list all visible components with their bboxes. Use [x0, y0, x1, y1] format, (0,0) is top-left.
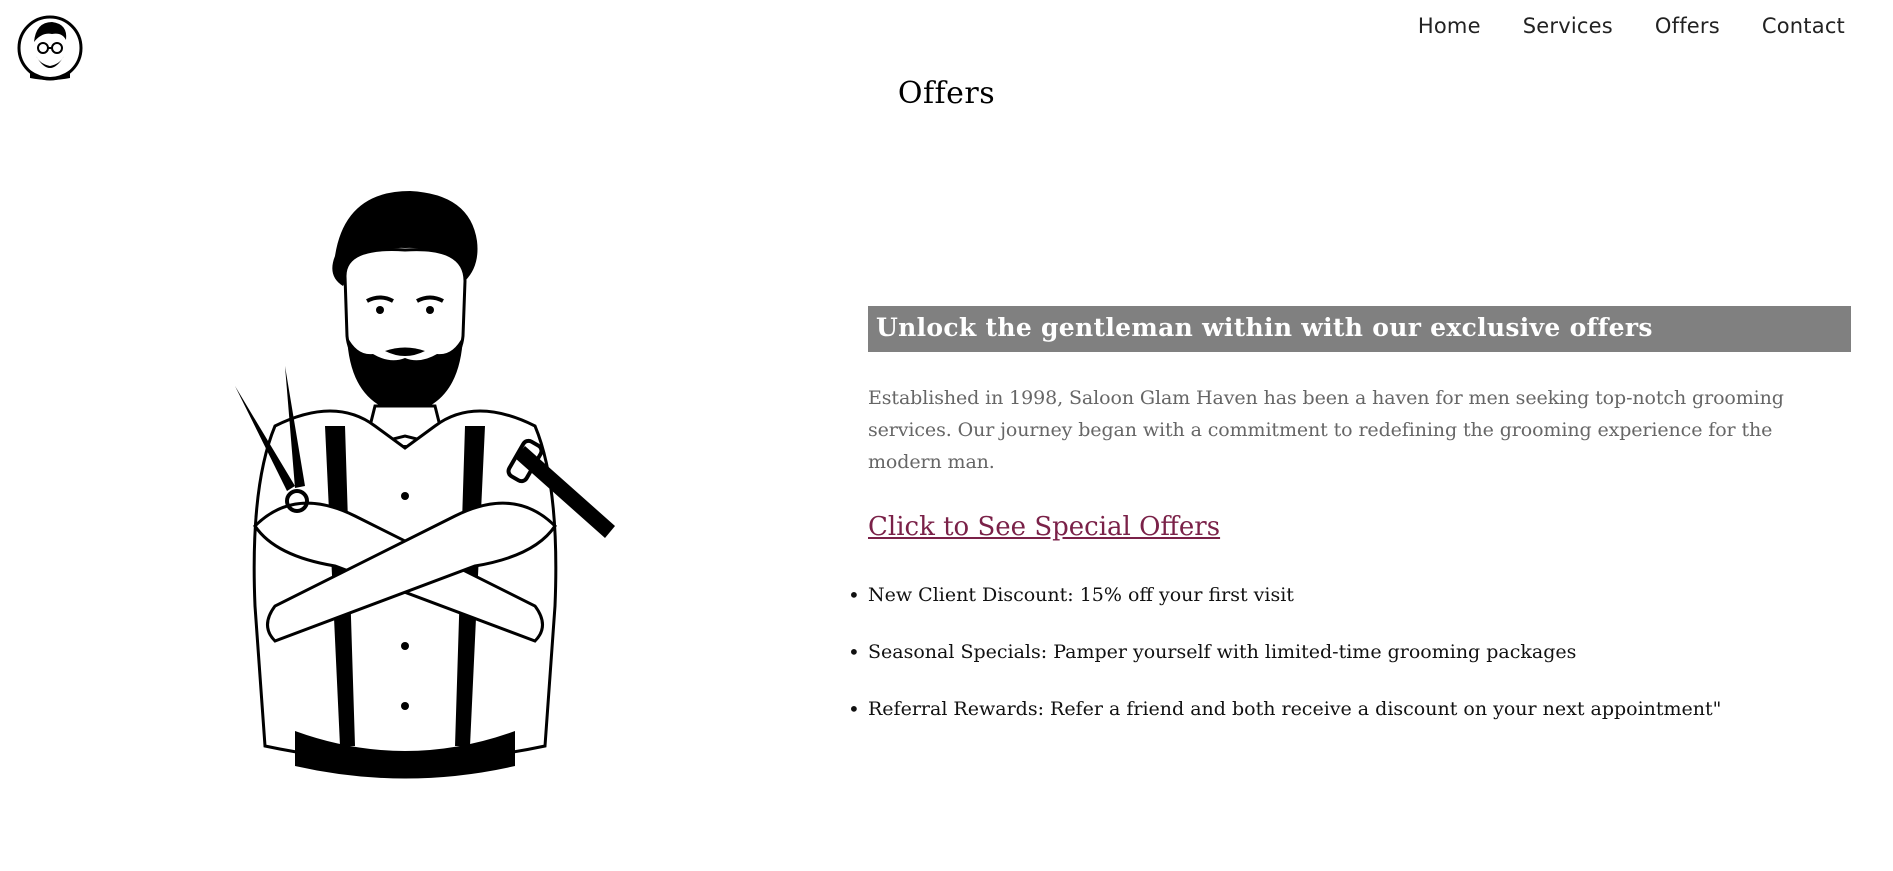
list-item: • Seasonal Specials: Pamper yourself with…: [848, 639, 1851, 665]
offer-text: Referral Rewards: Refer a friend and bot…: [868, 698, 1722, 720]
nav-offers-link[interactable]: Offers: [1655, 14, 1720, 38]
list-item: • New Client Discount: 15% off your first…: [848, 582, 1851, 608]
nav-services-link[interactable]: Services: [1523, 14, 1613, 38]
bullet-icon: •: [848, 640, 860, 664]
offer-text: New Client Discount: 15% off your first …: [868, 584, 1294, 606]
barber-illustration: [215, 186, 635, 786]
nav-home-link[interactable]: Home: [1418, 14, 1481, 38]
offer-text: Seasonal Specials: Pamper yourself with …: [868, 641, 1577, 663]
list-item: • Referral Rewards: Refer a friend and bo…: [848, 696, 1851, 722]
special-offers-link[interactable]: Click to See Special Offers: [868, 512, 1220, 542]
page-title: Offers: [897, 76, 996, 111]
main-nav: Home Services Offers Contact: [1418, 14, 1845, 38]
bullet-icon: •: [848, 697, 860, 721]
about-paragraph: Established in 1998, Saloon Glam Haven h…: [868, 387, 1784, 473]
offers-content: Unlock the gentleman within with our exc…: [848, 306, 1851, 753]
bullet-icon: •: [848, 583, 860, 607]
offers-list: • New Client Discount: 15% off your first…: [848, 582, 1851, 722]
logo-icon[interactable]: [16, 12, 84, 82]
nav-contact-link[interactable]: Contact: [1762, 14, 1845, 38]
offers-banner-heading: Unlock the gentleman within with our exc…: [868, 306, 1851, 352]
